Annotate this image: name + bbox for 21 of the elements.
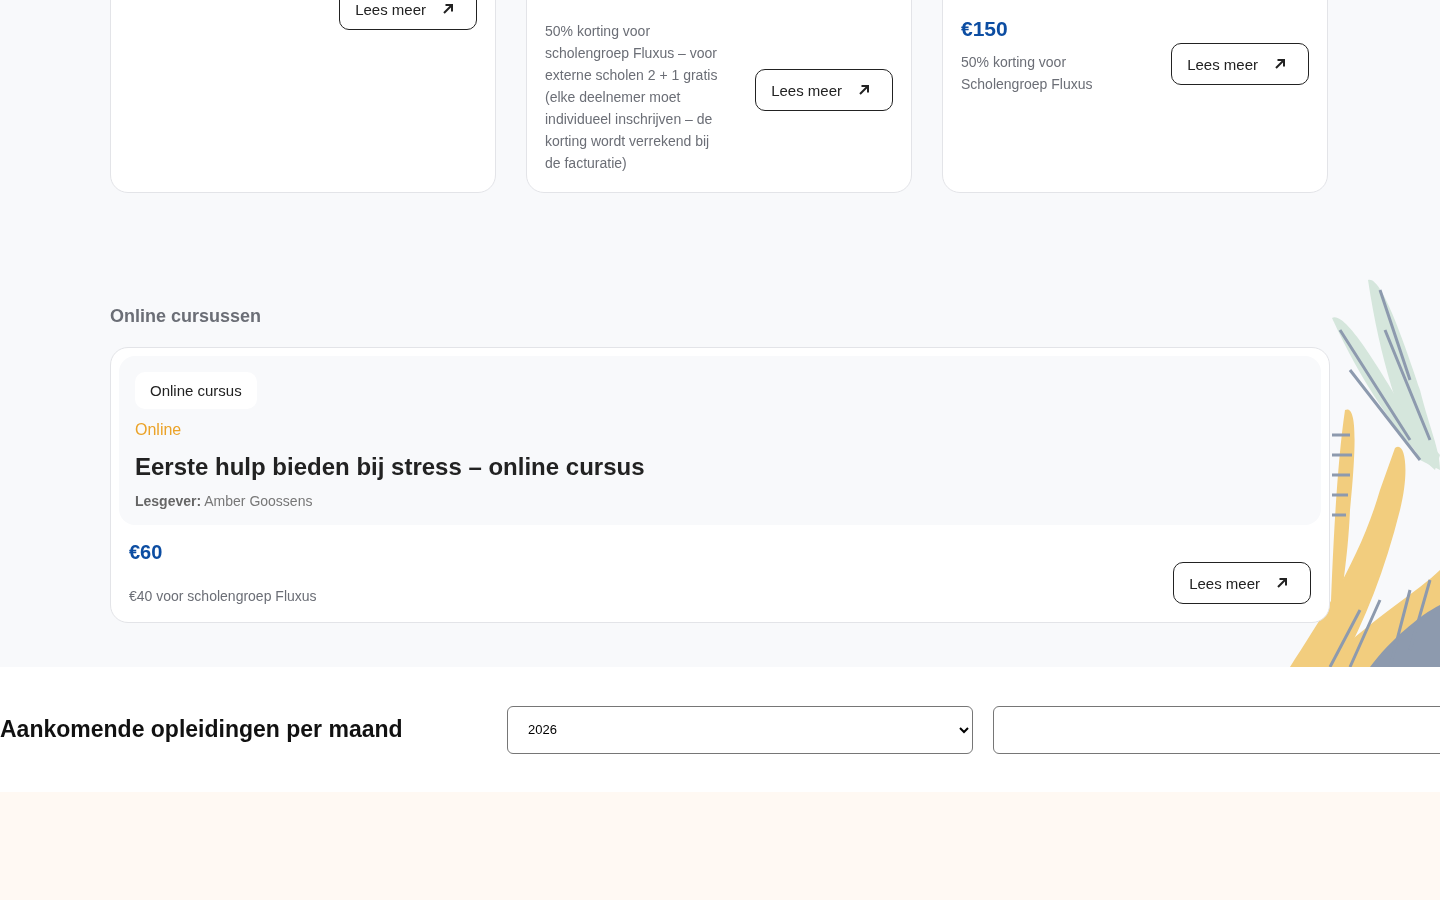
course-mode: Online bbox=[135, 421, 183, 439]
arrow-icon bbox=[442, 3, 454, 15]
arrow-icon bbox=[1274, 58, 1286, 70]
read-more-button[interactable]: Lees meer bbox=[1173, 562, 1311, 604]
course-title[interactable]: Eerste hulp bieden bij stress – online cursus bbox=[135, 453, 1305, 481]
section-heading: Online cursussen bbox=[110, 306, 263, 327]
arrow-icon bbox=[1276, 577, 1288, 589]
price: €60 bbox=[129, 541, 164, 564]
year-select[interactable]: 2026 bbox=[507, 705, 973, 754]
read-more-button[interactable]: Lees meer bbox=[755, 69, 893, 111]
arrow-icon bbox=[858, 84, 870, 96]
course-type-tag: Online cursus bbox=[135, 372, 257, 409]
discount-text: €40 voor scholengroep Fluxus bbox=[129, 588, 317, 604]
read-more-button[interactable]: Lees meer bbox=[339, 0, 477, 30]
teacher-text: Lesgever: Amber Goossens bbox=[135, 493, 314, 509]
month-select[interactable] bbox=[993, 705, 1440, 754]
discount-text: 50% korting voor scholengroep Fluxus – voor externe scholen 2 + 1 gratis (elke deelnemer moet individueel inschrijven – de korting wordt verrekend bij de facturatie) bbox=[545, 22, 719, 173]
section-heading: Aankomende opleidingen per maand bbox=[0, 716, 404, 743]
price: €150 bbox=[961, 17, 1009, 41]
read-more-button[interactable]: Lees meer bbox=[1171, 43, 1309, 85]
discount-text: 50% korting voor Scholengroep Fluxus bbox=[961, 53, 1094, 94]
